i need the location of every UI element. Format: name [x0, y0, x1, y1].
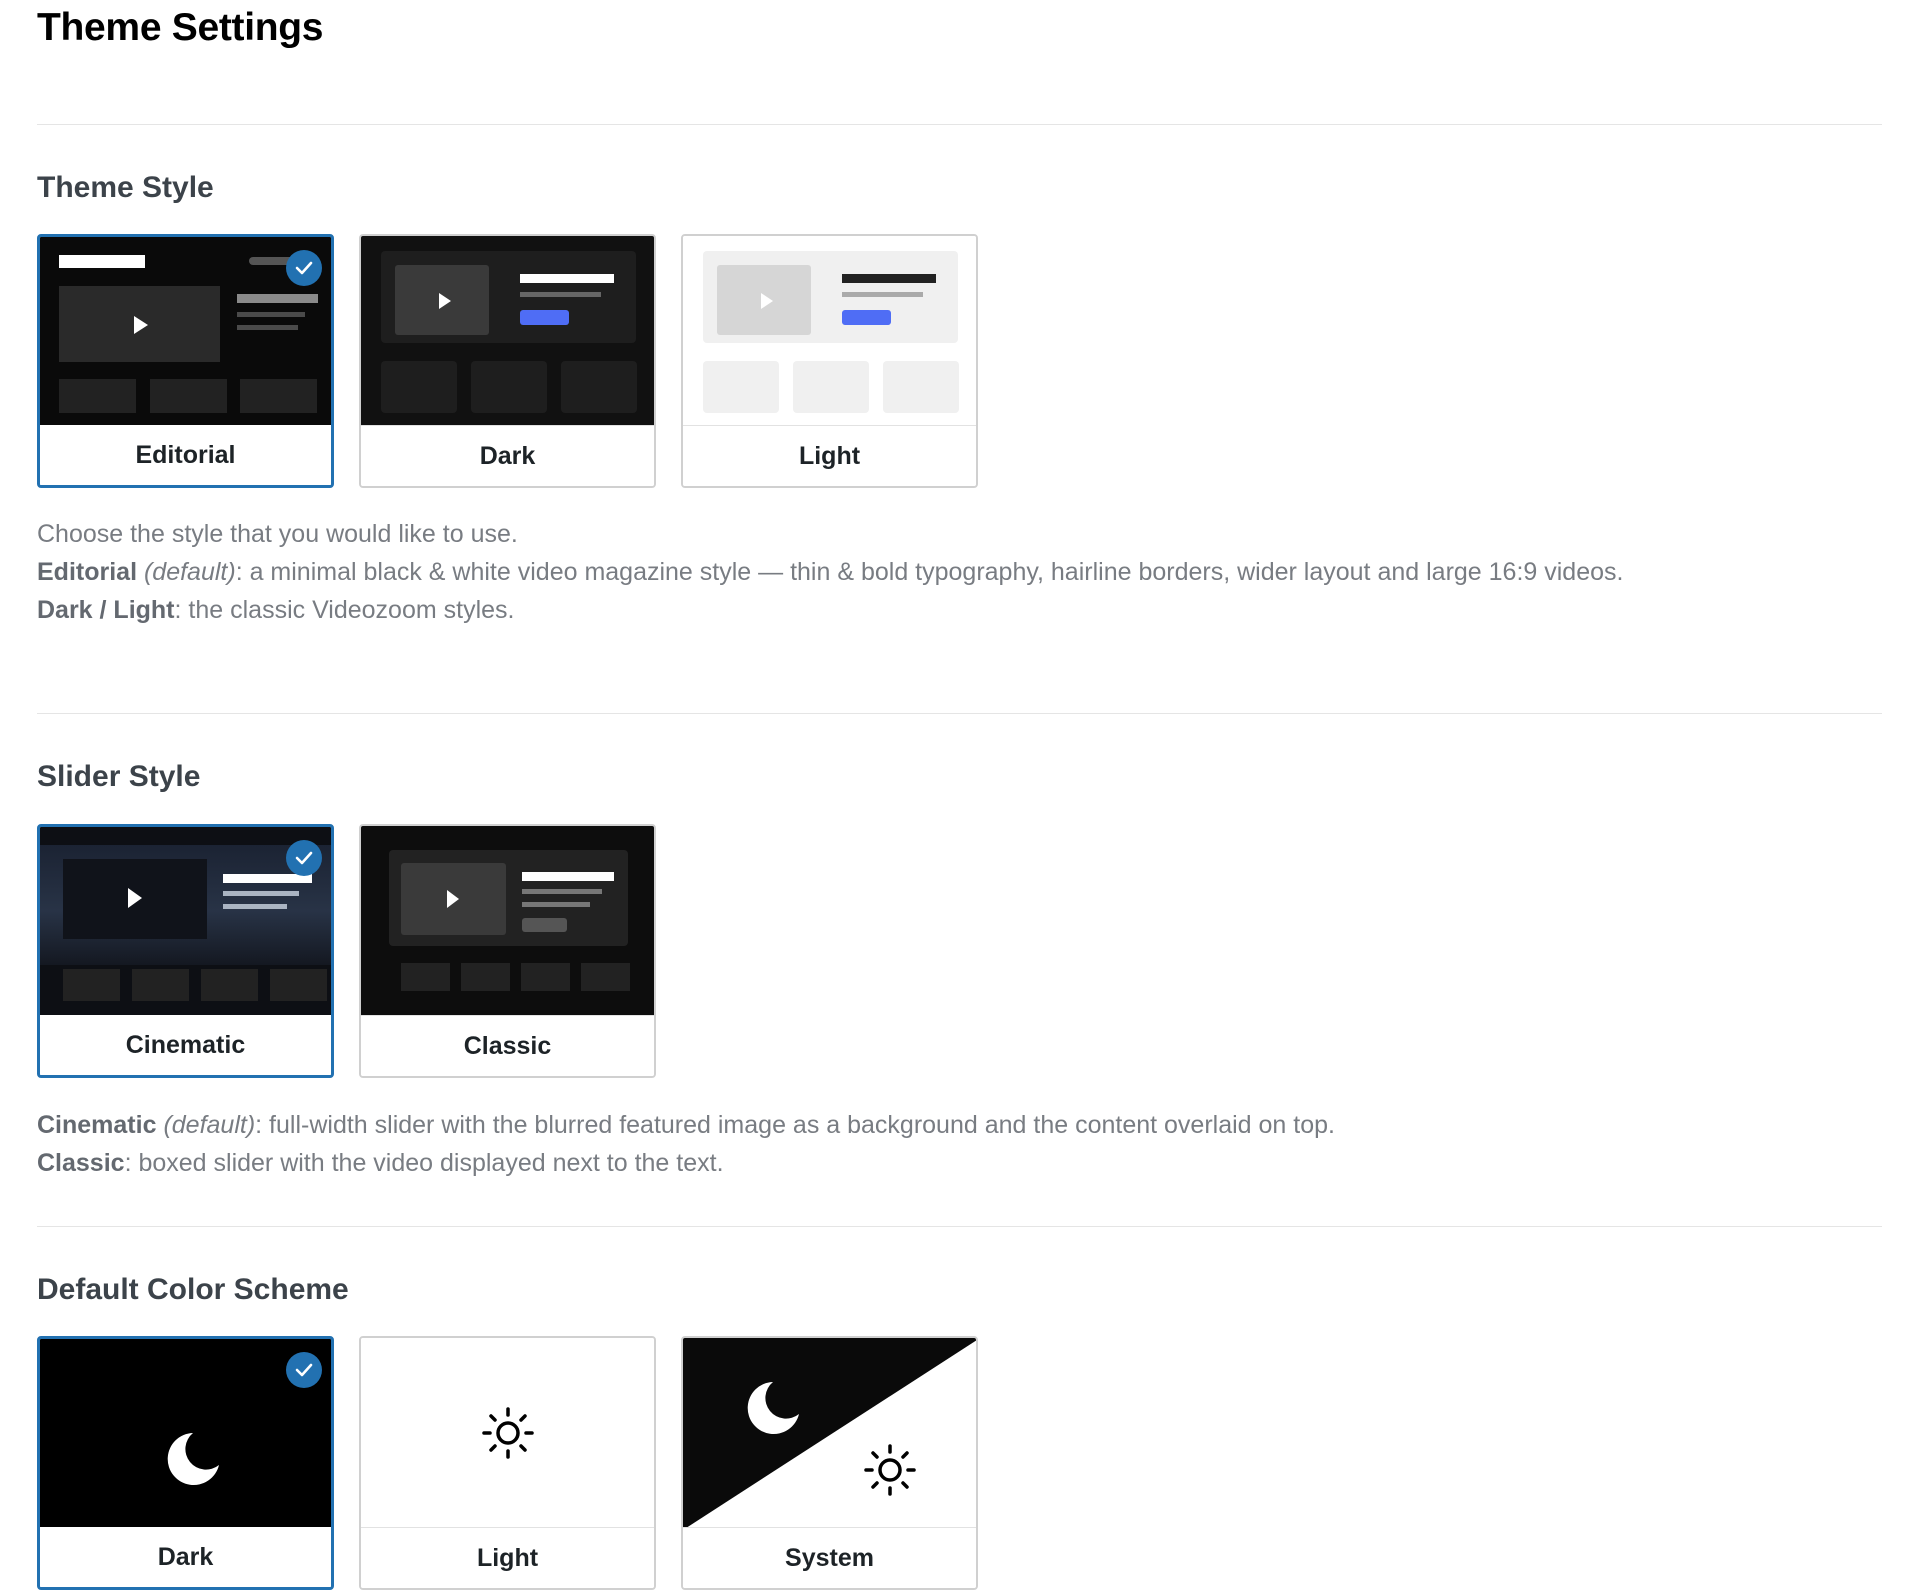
divider — [37, 124, 1882, 125]
play-icon — [447, 890, 459, 908]
theme-option-label: Editorial — [40, 425, 331, 485]
slider-style-description: Cinematic (default): full-width slider w… — [37, 1106, 1637, 1182]
color-scheme-title: Default Color Scheme — [37, 1273, 349, 1306]
play-icon — [134, 316, 148, 334]
checkmark-icon — [286, 840, 322, 876]
theme-option-light[interactable]: Light — [681, 234, 978, 488]
theme-option-label: Light — [683, 425, 976, 486]
color-scheme-label: Dark — [40, 1527, 331, 1587]
moon-sun-icon — [683, 1338, 976, 1530]
theme-option-dark[interactable]: Dark — [359, 234, 656, 488]
system-scheme-preview — [683, 1338, 976, 1530]
description-line: Dark / Light: the classic Videozoom styl… — [37, 596, 515, 624]
light-preview — [683, 236, 976, 428]
description-line: Choose the style that you would like to … — [37, 520, 518, 548]
theme-style-description: Choose the style that you would like to … — [37, 515, 1637, 629]
slider-style-title: Slider Style — [37, 760, 201, 793]
dark-preview — [361, 236, 654, 428]
color-scheme-label: System — [683, 1527, 976, 1588]
play-icon — [128, 888, 142, 908]
slider-option-cinematic[interactable]: Cinematic — [37, 824, 334, 1078]
checkmark-icon — [286, 1352, 322, 1388]
checkmark-icon — [286, 250, 322, 286]
theme-option-editorial[interactable]: Editorial — [37, 234, 334, 488]
color-scheme-option-system[interactable]: System — [681, 1336, 978, 1590]
slider-option-classic[interactable]: Classic — [359, 824, 656, 1078]
description-line: Classic: boxed slider with the video dis… — [37, 1149, 724, 1177]
color-scheme-options: Dark Light System — [37, 1336, 978, 1590]
divider — [37, 713, 1882, 714]
slider-option-label: Classic — [361, 1015, 654, 1076]
play-icon — [761, 293, 773, 309]
theme-style-title: Theme Style — [37, 171, 214, 204]
color-scheme-option-light[interactable]: Light — [359, 1336, 656, 1590]
classic-preview — [361, 826, 654, 1018]
moon-icon — [167, 1433, 219, 1485]
play-icon — [439, 293, 451, 309]
page-title: Theme Settings — [37, 6, 324, 49]
color-scheme-label: Light — [361, 1527, 654, 1588]
description-line: Cinematic (default): full-width slider w… — [37, 1111, 1335, 1139]
slider-style-options: Cinematic Classic — [37, 824, 656, 1078]
color-scheme-option-dark[interactable]: Dark — [37, 1336, 334, 1590]
light-scheme-preview — [361, 1338, 654, 1530]
divider — [37, 1226, 1882, 1227]
theme-option-label: Dark — [361, 425, 654, 486]
theme-style-options: Editorial Dark Light — [37, 234, 978, 488]
description-line: Editorial (default): a minimal black & w… — [37, 558, 1624, 586]
sun-icon — [482, 1407, 534, 1459]
slider-option-label: Cinematic — [40, 1015, 331, 1075]
